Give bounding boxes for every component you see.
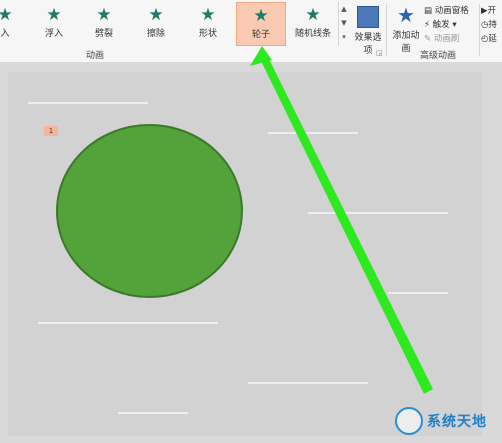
animation-label: 轮子 xyxy=(251,30,270,40)
green-circle-shape[interactable] xyxy=(56,124,243,298)
texture-streak xyxy=(388,292,448,294)
animation-shape[interactable]: ★ 形状 xyxy=(186,2,230,46)
star-icon: ★ xyxy=(253,6,269,26)
animation-painter-label: 动画刷 xyxy=(433,34,460,44)
animation-random-bars[interactable]: ★ 随机线条 xyxy=(290,2,336,46)
timing-start[interactable]: ▶开 xyxy=(481,4,502,18)
texture-streak xyxy=(308,212,448,214)
advanced-animation-commands: ▤ 动画窗格 ⚡ 触发 ▾ ✎ 动画刷 xyxy=(424,4,480,46)
gallery-scroll[interactable]: ▲ ▼ ▾ xyxy=(338,2,349,46)
trigger-label: 触发 xyxy=(432,20,450,30)
animation-label: 劈裂 xyxy=(94,29,113,39)
animation-gallery: ★ 入 ★ 浮入 ★ 劈裂 ★ 擦除 ★ 形状 ★ 轮子 ★ 随机线条 xyxy=(0,2,338,46)
add-animation-label: 添加动画 xyxy=(392,31,420,54)
add-animation-star-icon: ★ xyxy=(397,3,415,27)
watermark-logo-icon xyxy=(395,407,423,435)
timing-duration-label: 持 xyxy=(488,20,497,30)
animation-split[interactable]: ★ 劈裂 xyxy=(82,2,126,46)
group-label-animation: 动画 xyxy=(86,51,105,61)
trigger-button[interactable]: ⚡ 触发 ▾ xyxy=(424,18,480,32)
texture-streak xyxy=(28,102,148,104)
animations-ribbon: ★ 入 ★ 浮入 ★ 劈裂 ★ 擦除 ★ 形状 ★ 轮子 ★ 随机线条 ▲ ▼ xyxy=(0,0,502,63)
animation-float-in[interactable]: ★ 浮入 xyxy=(32,2,76,46)
animation-label: 入 xyxy=(0,29,10,39)
timing-start-label: 开 xyxy=(487,6,497,16)
texture-streak xyxy=(248,382,368,384)
animation-label: 浮入 xyxy=(44,29,63,39)
star-icon: ★ xyxy=(200,5,216,25)
star-icon: ★ xyxy=(46,5,62,25)
timing-commands: ▶开 ◷持 ◴延 xyxy=(481,4,502,46)
slide-workspace: 1 xyxy=(0,62,502,443)
timing-duration[interactable]: ◷持 xyxy=(481,18,502,32)
texture-streak xyxy=(268,132,358,134)
scroll-up-icon[interactable]: ▲ xyxy=(339,2,349,16)
animation-label: 随机线条 xyxy=(294,29,331,39)
dialog-launcher-icon[interactable]: ◲ xyxy=(376,49,383,57)
group-divider xyxy=(479,4,480,56)
animation-painter-button[interactable]: ✎ 动画刷 xyxy=(424,32,480,46)
animation-label: 擦除 xyxy=(146,29,165,39)
animation-order-badge[interactable]: 1 xyxy=(44,126,58,136)
expand-gallery-icon[interactable]: ▾ xyxy=(339,30,349,44)
texture-streak xyxy=(38,322,218,324)
add-animation-button[interactable]: ★ 添加动画 xyxy=(389,2,423,54)
animation-wheel[interactable]: ★ 轮子 xyxy=(236,2,286,46)
star-icon: ★ xyxy=(0,5,13,25)
scroll-down-icon[interactable]: ▼ xyxy=(339,16,349,30)
star-icon: ★ xyxy=(305,5,321,25)
watermark-text: 系统天地 xyxy=(427,414,487,430)
texture-streak xyxy=(118,412,188,414)
effect-options-button[interactable]: 效果选项 xyxy=(352,2,384,56)
animation-label: 形状 xyxy=(198,29,217,39)
animation-pane-button[interactable]: ▤ 动画窗格 xyxy=(424,4,480,18)
star-icon: ★ xyxy=(96,5,112,25)
animation-fly-in[interactable]: ★ 入 xyxy=(0,2,20,46)
slide-canvas[interactable]: 1 xyxy=(8,72,482,436)
star-icon: ★ xyxy=(148,5,164,25)
timing-delay[interactable]: ◴延 xyxy=(481,32,502,46)
effect-options-icon xyxy=(357,6,379,28)
group-divider xyxy=(386,4,387,56)
animation-pane-label: 动画窗格 xyxy=(434,6,469,16)
group-label-advanced: 高级动画 xyxy=(420,51,457,61)
animation-wipe[interactable]: ★ 擦除 xyxy=(134,2,178,46)
site-watermark: 系统天地 xyxy=(395,405,500,439)
timing-delay-label: 延 xyxy=(488,34,497,44)
